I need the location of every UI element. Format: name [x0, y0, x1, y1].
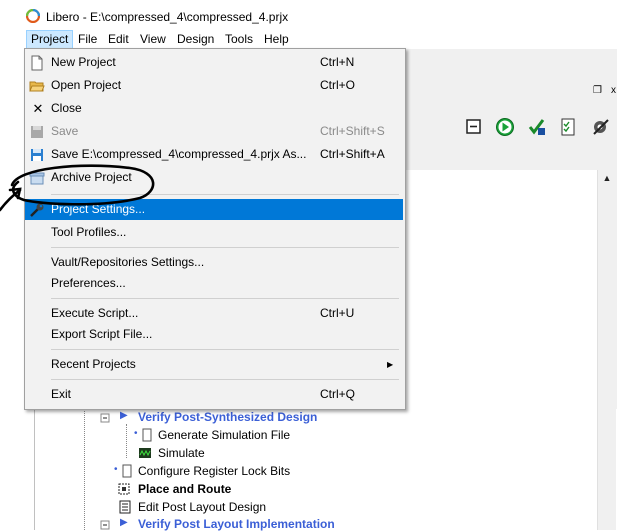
menu-item-exit[interactable]: Exit Ctrl+Q	[25, 384, 403, 405]
menu-file[interactable]: File	[74, 31, 101, 48]
menu-item-project-settings[interactable]: Project Settings...	[25, 199, 403, 220]
menu-item-new-project[interactable]: New Project Ctrl+N	[25, 52, 403, 73]
archive-icon	[29, 172, 45, 185]
menu-separator	[51, 349, 399, 350]
menu-design[interactable]: Design	[173, 31, 218, 48]
place-route-icon	[118, 483, 130, 495]
flow-generate-sim-file[interactable]: Generate Simulation File	[158, 427, 290, 443]
collapse-icon[interactable]	[464, 117, 484, 137]
menu-item-preferences[interactable]: Preferences...	[25, 273, 403, 294]
flow-place-and-route[interactable]: Place and Route	[138, 481, 231, 497]
save-icon	[31, 126, 43, 138]
report-icon[interactable]	[558, 117, 578, 137]
close-x-icon: ✕	[32, 101, 44, 116]
restore-icon[interactable]: ❐	[593, 85, 602, 96]
menu-bar: Project File Edit View Design Tools Help	[0, 30, 617, 49]
flow-arrow-icon: ▶	[120, 410, 128, 421]
menu-tools[interactable]: Tools	[221, 31, 257, 48]
menu-item-recent-projects[interactable]: Recent Projects ▶	[25, 354, 403, 375]
flow-simulate[interactable]: Simulate	[158, 445, 205, 461]
menu-item-save[interactable]: Save Ctrl+Shift+S	[25, 121, 403, 142]
menu-project[interactable]: Project	[26, 30, 74, 49]
libero-logo-icon	[26, 9, 40, 23]
menu-item-archive-project[interactable]: Archive Project	[25, 167, 403, 188]
settings-tools-icon[interactable]	[591, 117, 611, 137]
bullet-icon: •	[114, 464, 118, 475]
menu-separator	[51, 298, 399, 299]
menu-item-open-project[interactable]: Open Project Ctrl+O	[25, 75, 403, 96]
tree-guide-line	[84, 408, 85, 530]
run-icon[interactable]	[495, 117, 515, 137]
flow-arrow-icon: ▶	[120, 517, 128, 528]
submenu-arrow-icon: ▶	[387, 360, 394, 369]
simulate-icon	[139, 448, 151, 458]
menu-view[interactable]: View	[136, 31, 170, 48]
menu-item-tool-profiles[interactable]: Tool Profiles...	[25, 222, 403, 243]
title-bar: Libero - E:\compressed_4\compressed_4.pr…	[0, 0, 617, 30]
menu-item-execute-script[interactable]: Execute Script... Ctrl+U	[25, 303, 403, 324]
document-icon	[122, 464, 132, 478]
menu-separator	[51, 194, 399, 195]
menu-item-close[interactable]: ✕ Close	[25, 98, 403, 119]
flow-configure-register-lock[interactable]: Configure Register Lock Bits	[138, 463, 290, 479]
wrench-icon	[30, 203, 44, 217]
flow-verify-post-synth[interactable]: Verify Post-Synthesized Design	[138, 409, 317, 425]
menu-item-vault-settings[interactable]: Vault/Repositories Settings...	[25, 252, 403, 273]
menu-item-export-script[interactable]: Export Script File...	[25, 324, 403, 345]
close-icon[interactable]: x	[611, 85, 616, 96]
window-title: Libero - E:\compressed_4\compressed_4.pr…	[46, 10, 289, 24]
bullet-icon: •	[134, 428, 138, 439]
menu-separator	[51, 379, 399, 380]
menu-edit[interactable]: Edit	[104, 31, 133, 48]
project-menu-dropdown: New Project Ctrl+N Open Project Ctrl+O ✕…	[24, 48, 406, 410]
menu-item-save-as[interactable]: Save E:\compressed_4\compressed_4.prjx A…	[25, 144, 403, 165]
save-as-icon	[31, 149, 43, 161]
new-file-icon	[31, 55, 43, 71]
scroll-up-arrow-icon[interactable]: ▲	[600, 171, 614, 185]
document-icon	[142, 428, 152, 442]
verify-icon[interactable]	[527, 117, 547, 137]
vertical-scrollbar[interactable]	[597, 170, 616, 530]
collapse-node-icon[interactable]	[99, 411, 113, 425]
menu-separator	[51, 247, 399, 248]
open-folder-icon	[29, 81, 45, 92]
flow-edit-post-layout[interactable]: Edit Post Layout Design	[138, 499, 266, 515]
tree-guide-line	[126, 424, 127, 458]
edit-layout-icon	[119, 500, 131, 514]
menu-help[interactable]: Help	[260, 31, 293, 48]
